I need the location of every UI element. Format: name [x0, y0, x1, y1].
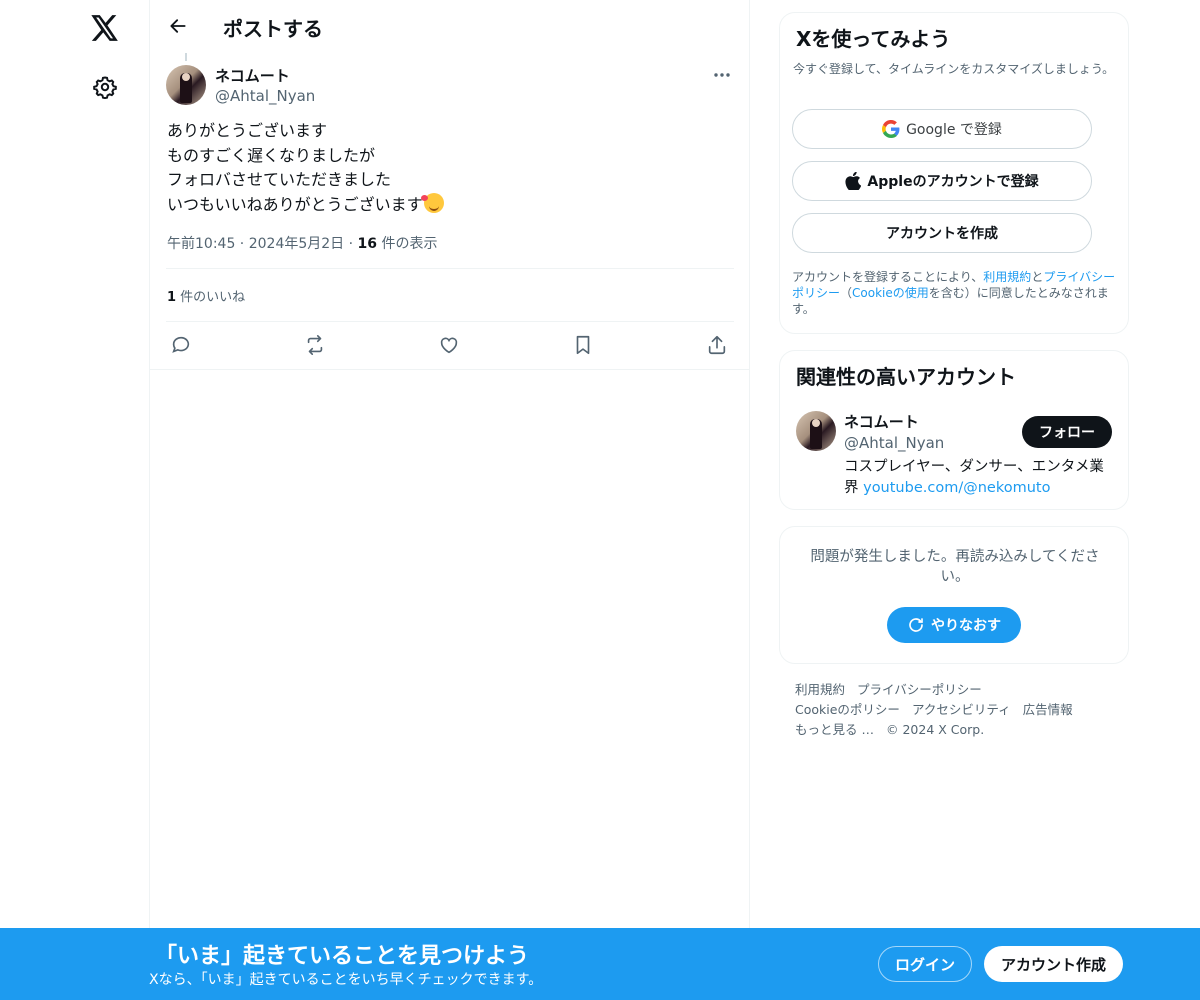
apple-signup-button[interactable]: Appleのアカウントで登録: [792, 161, 1092, 201]
like-heart-icon[interactable]: [436, 332, 462, 358]
main-header: ポストする: [150, 0, 750, 53]
post-time[interactable]: 午前10:45: [167, 236, 235, 252]
footer-link-privacy[interactable]: プライバシーポリシー: [857, 682, 982, 697]
error-card: 問題が発生しました。再読み込みしてください。 やりなおす: [779, 526, 1129, 664]
footer-link-more[interactable]: もっと見る …: [795, 722, 874, 737]
like-count: 1: [167, 290, 177, 305]
left-nav: [0, 0, 150, 1000]
share-icon[interactable]: [704, 332, 730, 358]
footer-link-cookie[interactable]: Cookieのポリシー: [795, 702, 900, 717]
retry-button[interactable]: やりなおす: [887, 607, 1021, 643]
cookie-link[interactable]: Cookieの使用: [852, 286, 929, 300]
login-button[interactable]: ログイン: [878, 946, 972, 982]
related-account-handle[interactable]: @Ahtal_Nyan: [844, 434, 944, 452]
post-date[interactable]: 2024年5月2日: [249, 236, 344, 252]
divider: [166, 268, 734, 269]
bottom-bar-title: 「いま」起きていることを見つけよう: [155, 944, 530, 969]
footer-link-ads[interactable]: 広告情報: [1023, 702, 1073, 717]
related-account-bio: コスプレイヤー、ダンサー、エンタメ業界 youtube.com/@nekomut…: [844, 459, 1104, 496]
signup-card-subtitle: 今すぐ登録して、タイムラインをカスタマイズしましょう。: [793, 62, 1115, 76]
post: ネコムート @Ahtal_Nyan ありがとうございます ものすごく遅くなりまし…: [150, 53, 750, 370]
refresh-icon: [909, 618, 923, 632]
page-title: ポストする: [223, 17, 323, 41]
more-options-icon[interactable]: [710, 65, 734, 85]
smiling-face-with-hearts-icon: [420, 192, 444, 213]
follow-button[interactable]: フォロー: [1022, 416, 1112, 448]
footer-link-accessibility[interactable]: アクセシビリティ: [912, 702, 1011, 717]
avatar[interactable]: [166, 65, 206, 105]
author-handle[interactable]: @Ahtal_Nyan: [215, 87, 315, 105]
x-logo-icon[interactable]: [88, 12, 122, 44]
thread-line: [185, 53, 187, 61]
footer-links: 利用規約 プライバシーポリシー Cookieのポリシー アクセシビリティ 広告情報 も…: [795, 680, 1125, 740]
terms-notice: アカウントを登録することにより、利用規約とプライバシーポリシー（Cookieの使…: [792, 270, 1116, 316]
main-column: ポストする ネコムート @Ahtal_Nyan ありがとうございます ものすごく…: [149, 0, 750, 1000]
post-line: フォロバさせていただきました: [167, 170, 392, 189]
author-name[interactable]: ネコムート: [215, 65, 290, 86]
likes-summary[interactable]: 1 件のいいね: [167, 286, 245, 305]
view-suffix: 件の表示: [377, 236, 438, 252]
related-account-name[interactable]: ネコムート: [844, 411, 919, 432]
post-text: ありがとうございます ものすごく遅くなりましたが フォロバさせていただきました …: [167, 119, 737, 217]
bio-link[interactable]: youtube.com/@nekomuto: [863, 480, 1050, 496]
related-accounts-card: 関連性の高いアカウント ネコムート @Ahtal_Nyan フォロー コスプレイ…: [779, 350, 1129, 510]
copyright: © 2024 X Corp.: [885, 722, 985, 737]
signup-card-title: Xを使ってみよう: [796, 27, 951, 51]
post-line: ものすごく遅くなりましたが: [167, 145, 376, 165]
create-account-button[interactable]: アカウントを作成: [792, 213, 1092, 253]
bottom-signup-bar: 「いま」起きていることを見つけよう Xなら、「いま」起きていることをいち早くチェ…: [0, 928, 1200, 1000]
settings-gear-icon[interactable]: [90, 72, 120, 102]
apple-icon: [845, 172, 862, 190]
bottom-bar-subtitle: Xなら、「いま」起きていることをいち早くチェックできます。: [149, 972, 543, 988]
google-signup-button[interactable]: Google で登録: [792, 109, 1092, 149]
divider: [166, 321, 734, 322]
view-count: 16: [357, 236, 378, 252]
error-message: 問題が発生しました。再読み込みしてください。: [810, 549, 1100, 585]
create-account-label: アカウントを作成: [886, 226, 998, 242]
google-icon: [882, 120, 900, 138]
reply-icon[interactable]: [168, 332, 194, 358]
post-meta: 午前10:45 · 2024年5月2日 · 16 件の表示: [167, 236, 438, 252]
apple-signup-label: Appleのアカウントで登録: [867, 174, 1039, 190]
signup-button[interactable]: アカウント作成: [984, 946, 1123, 982]
terms-link[interactable]: 利用規約: [983, 270, 1031, 284]
retry-label: やりなおす: [931, 618, 1001, 634]
signup-card: Xを使ってみよう 今すぐ登録して、タイムラインをカスタマイズしましょう。 Goo…: [779, 12, 1129, 334]
avatar[interactable]: [796, 411, 836, 451]
google-signup-label: Google で登録: [906, 122, 1002, 138]
repost-icon[interactable]: [302, 332, 328, 358]
post-line: いつもいいねありがとうございます: [167, 194, 423, 214]
back-arrow-icon[interactable]: [164, 12, 192, 40]
bookmark-icon[interactable]: [570, 332, 596, 358]
like-suffix: 件のいいね: [176, 290, 246, 305]
related-card-title: 関連性の高いアカウント: [796, 365, 1016, 389]
footer-link-terms[interactable]: 利用規約: [795, 682, 845, 697]
post-line: ありがとうございます: [167, 121, 328, 140]
